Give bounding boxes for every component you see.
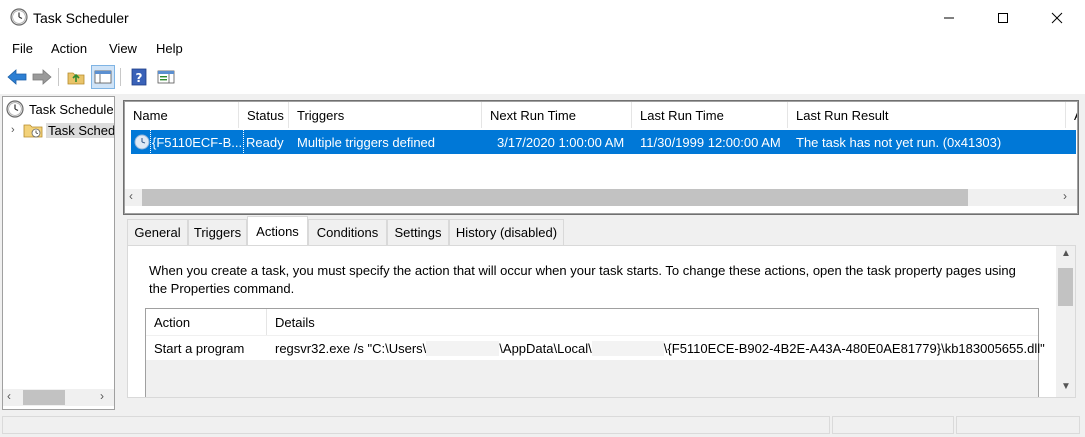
forward-arrow-icon[interactable] — [30, 65, 54, 89]
title-bar: Task Scheduler — [0, 0, 1085, 36]
scroll-down-icon[interactable]: ▼ — [1061, 381, 1071, 392]
tree-item-label: Task Sched — [46, 122, 114, 138]
tab-actions[interactable]: Actions — [247, 216, 308, 245]
status-segment — [956, 416, 1080, 434]
status-segment — [832, 416, 954, 434]
table-row[interactable]: {F5110ECF-B... Ready Multiple triggers d… — [131, 129, 1076, 155]
back-arrow-icon[interactable] — [5, 65, 29, 89]
scroll-left-icon[interactable]: ‹ — [7, 389, 11, 403]
column-header-status[interactable]: Status — [239, 102, 289, 128]
toolbar-separator — [58, 68, 59, 86]
svg-text:?: ? — [136, 71, 143, 85]
tab-general[interactable]: General — [127, 219, 188, 245]
task-last-run-cell: 11/30/1999 12:00:00 AM — [640, 134, 781, 150]
folder-clock-icon — [23, 121, 43, 139]
task-name-cell: {F5110ECF-B... — [149, 129, 245, 155]
column-header-action[interactable]: Action — [146, 309, 267, 335]
column-header-author[interactable]: A — [1066, 102, 1077, 128]
task-scheduler-clock-icon — [6, 100, 24, 118]
detail-vertical-scrollbar[interactable]: ▲ ▼ — [1056, 246, 1075, 397]
console-tree: Task Scheduler › Task Sched — [2, 96, 115, 410]
tree-item-task-scheduler[interactable]: Task Scheduler — [6, 99, 115, 119]
tab-conditions[interactable]: Conditions — [308, 219, 387, 245]
table-row[interactable]: Start a program regsvr32.exe /s "C:\User… — [146, 336, 1045, 360]
close-button[interactable] — [1034, 0, 1080, 36]
menu-action[interactable]: Action — [51, 41, 87, 56]
show-hide-console-tree-icon[interactable] — [91, 65, 115, 89]
action-pane-icon[interactable] — [154, 65, 178, 89]
action-type-cell: Start a program — [154, 340, 245, 356]
menu-bar: File Action View Help — [0, 38, 1085, 60]
status-segment — [2, 416, 830, 434]
column-header-triggers[interactable]: Triggers — [289, 102, 482, 128]
details-text: \AppData\Local\ — [499, 340, 592, 356]
scrollbar-thumb[interactable] — [1058, 268, 1073, 306]
column-header-name[interactable]: Name — [125, 102, 239, 128]
maximize-button[interactable] — [980, 0, 1026, 36]
column-header-details[interactable]: Details — [267, 309, 1038, 335]
task-status-cell: Ready — [246, 134, 284, 150]
scrollbar-thumb[interactable] — [142, 189, 968, 206]
details-text: regsvr32.exe /s "C:\Users\ — [275, 340, 427, 356]
tree-horizontal-scrollbar[interactable]: ‹ › — [3, 389, 114, 406]
tab-triggers[interactable]: Triggers — [188, 219, 247, 245]
scroll-right-icon[interactable]: › — [1063, 189, 1067, 203]
task-next-run-cell: 3/17/2020 1:00:00 AM — [497, 134, 625, 150]
menu-view[interactable]: View — [109, 41, 137, 56]
scroll-up-icon[interactable]: ▲ — [1061, 248, 1071, 259]
column-header-last-run-time[interactable]: Last Run Time — [632, 102, 788, 128]
details-text: \{F5110ECE-B902-4B2E-A43A-480E0AE81779}\… — [663, 340, 1045, 356]
window-title: Task Scheduler — [33, 10, 129, 26]
tree-item-task-scheduler-library[interactable]: › Task Sched — [11, 120, 114, 140]
toolbar: ? — [0, 62, 1085, 92]
actions-description: When you create a task, you must specify… — [149, 263, 1016, 296]
task-list: Name Status Triggers Next Run Time Last … — [124, 101, 1078, 214]
tab-history[interactable]: History (disabled) — [449, 219, 564, 245]
column-header-last-run-result[interactable]: Last Run Result — [788, 102, 1066, 128]
status-bar — [0, 412, 1085, 437]
minimize-button[interactable] — [926, 0, 972, 36]
up-folder-icon[interactable] — [64, 65, 88, 89]
help-icon[interactable]: ? — [127, 65, 151, 89]
toolbar-separator — [120, 68, 121, 86]
scroll-left-icon[interactable]: ‹ — [129, 189, 133, 203]
scrollbar-thumb[interactable] — [23, 390, 65, 405]
tab-settings[interactable]: Settings — [387, 219, 449, 245]
actions-tab-panel: When you create a task, you must specify… — [127, 245, 1076, 398]
action-details-cell: regsvr32.exe /s "C:\Users\ \AppData\Loca… — [275, 336, 1045, 360]
menu-help[interactable]: Help — [156, 41, 183, 56]
menu-file[interactable]: File — [12, 41, 33, 56]
tree-item-label: Task Scheduler — [29, 101, 115, 117]
redacted-username — [426, 340, 500, 356]
task-last-result-cell: The task has not yet run. (0x41303) — [796, 134, 1002, 150]
task-scheduler-clock-icon — [10, 8, 28, 26]
scroll-right-icon[interactable]: › — [100, 389, 104, 403]
column-header-next-run-time[interactable]: Next Run Time — [482, 102, 632, 128]
chevron-right-icon[interactable]: › — [11, 124, 23, 136]
task-triggers-cell: Multiple triggers defined — [297, 134, 436, 150]
redacted-folder — [591, 340, 664, 356]
task-clock-icon — [134, 134, 150, 150]
task-list-horizontal-scrollbar[interactable]: ‹ › — [125, 189, 1077, 206]
actions-table: Action Details Start a program regsvr32.… — [145, 308, 1045, 397]
